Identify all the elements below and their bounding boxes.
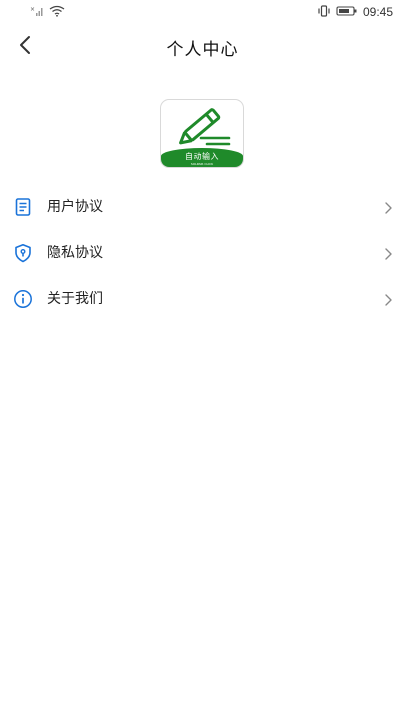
status-time: 09:45 <box>362 5 393 19</box>
page-title: 个人中心 <box>166 40 239 60</box>
vibrate-icon <box>317 4 331 20</box>
chevron-right-icon <box>383 292 393 306</box>
logo-label: 自动输入 <box>185 152 219 161</box>
status-left: × <box>30 5 65 20</box>
svg-text:×: × <box>30 6 35 13</box>
menu-item-label: 用户协议 <box>47 199 103 215</box>
app-logo: 自动输入 SOLPAIR CLICK <box>160 99 244 168</box>
status-bar: × 09:45 <box>0 0 405 24</box>
menu-list: 用户协议 隐私协议 关于我们 <box>0 184 405 322</box>
shield-icon <box>13 243 33 263</box>
nav-bar: 个人中心 <box>0 24 405 70</box>
document-icon <box>13 197 33 217</box>
chevron-right-icon <box>383 246 393 260</box>
screen: × 09:45 个人中心 自动输入 SOLPAIR CLICK 用户协议 隐私协… <box>0 0 405 720</box>
battery-icon <box>336 5 358 20</box>
info-icon <box>13 289 33 309</box>
menu-item-user-agreement[interactable]: 用户协议 <box>0 184 405 230</box>
wifi-icon <box>49 5 65 20</box>
chevron-right-icon <box>383 200 393 214</box>
signal-icon: × <box>30 5 44 20</box>
menu-item-label: 关于我们 <box>47 291 103 307</box>
menu-item-about-us[interactable]: 关于我们 <box>0 276 405 322</box>
menu-item-privacy-agreement[interactable]: 隐私协议 <box>0 230 405 276</box>
menu-item-label: 隐私协议 <box>47 245 103 261</box>
status-right: 09:45 <box>317 4 393 20</box>
logo-sublabel: SOLPAIR CLICK <box>190 162 214 166</box>
